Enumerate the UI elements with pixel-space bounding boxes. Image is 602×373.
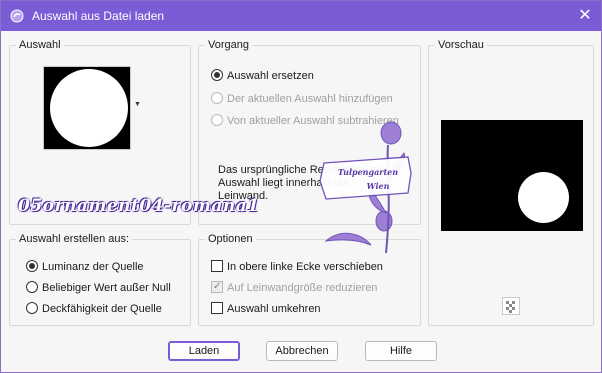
radio-luminanz[interactable]: Luminanz der Quelle: [26, 259, 144, 275]
checkbox[interactable]: [211, 302, 223, 314]
vorschau-group: Vorschau: [428, 38, 594, 326]
load-button[interactable]: Laden: [168, 341, 240, 361]
radio-label: Beliebiger Wert außer Null: [42, 282, 171, 294]
preview-circle: [518, 172, 569, 223]
app-icon: [10, 9, 24, 23]
watermark-text: 05ornament04-romana1: [18, 196, 260, 216]
checkbox-label: In obere linke Ecke verschieben: [227, 261, 383, 273]
radio-beliebiger-wert[interactable]: Beliebiger Wert außer Null: [26, 280, 171, 296]
selection-circle: [50, 69, 128, 147]
title-bar[interactable]: Auswahl aus Datei laden ✕: [1, 1, 601, 31]
radio-button[interactable]: [26, 302, 38, 314]
help-button[interactable]: Hilfe: [365, 341, 437, 361]
thumbnail-dropdown-arrow-icon[interactable]: ▼: [134, 101, 141, 108]
erstellen-group: Auswahl erstellen aus: Luminanz der Quel…: [9, 232, 191, 326]
optionen-group-label: Optionen: [205, 232, 256, 246]
radio-button[interactable]: [211, 114, 223, 126]
radio-label: Luminanz der Quelle: [42, 261, 144, 273]
checkbox-label: Auswahl umkehren: [227, 303, 321, 315]
checkbox-auswahl-umkehren[interactable]: Auswahl umkehren: [211, 301, 321, 317]
radio-label: Auswahl ersetzen: [227, 70, 314, 82]
vorschau-group-label: Vorschau: [435, 38, 487, 52]
radio-label: Der aktuellen Auswahl hinzufügen: [227, 93, 393, 105]
erstellen-group-label: Auswahl erstellen aus:: [16, 232, 133, 246]
vorgang-group-label: Vorgang: [205, 38, 252, 52]
checkbox-label: Auf Leinwandgröße reduzieren: [227, 282, 378, 294]
checkbox-leinwandgroesse[interactable]: Auf Leinwandgröße reduzieren: [211, 279, 378, 296]
stamp-line-1: Tulpengarten: [338, 167, 398, 177]
checkbox-obere-linke-ecke[interactable]: In obere linke Ecke verschieben: [211, 259, 383, 275]
transparency-toggle-button[interactable]: [502, 297, 520, 315]
stamp-banner: [319, 156, 412, 200]
radio-button[interactable]: [26, 281, 38, 293]
radio-label: Deckfähigkeit der Quelle: [42, 303, 162, 315]
radio-button[interactable]: [211, 69, 223, 81]
checkerboard-icon: [506, 301, 515, 313]
checkbox[interactable]: [211, 260, 223, 272]
preview-canvas: [441, 120, 583, 231]
stamp-line-2: Wien: [367, 181, 390, 191]
checkbox[interactable]: [211, 279, 223, 295]
close-button[interactable]: ✕: [571, 4, 599, 28]
radio-deckfaehigkeit[interactable]: Deckfähigkeit der Quelle: [26, 301, 162, 317]
radio-auswahl-hinzufuegen[interactable]: Der aktuellen Auswahl hinzufügen: [211, 91, 393, 107]
ornament-stamp: Tulpengarten Wien: [319, 121, 412, 254]
dialog-window: Auswahl aus Datei laden ✕ Auswahl ▼ Vorg…: [0, 0, 602, 373]
radio-button[interactable]: [26, 260, 38, 272]
radio-auswahl-ersetzen[interactable]: Auswahl ersetzen: [211, 68, 314, 84]
selection-thumbnail[interactable]: [43, 66, 131, 150]
radio-button[interactable]: [211, 92, 223, 104]
auswahl-group-label: Auswahl: [16, 38, 64, 52]
close-icon: ✕: [578, 7, 592, 24]
window-title: Auswahl aus Datei laden: [32, 9, 165, 23]
cancel-button[interactable]: Abbrechen: [266, 341, 338, 361]
